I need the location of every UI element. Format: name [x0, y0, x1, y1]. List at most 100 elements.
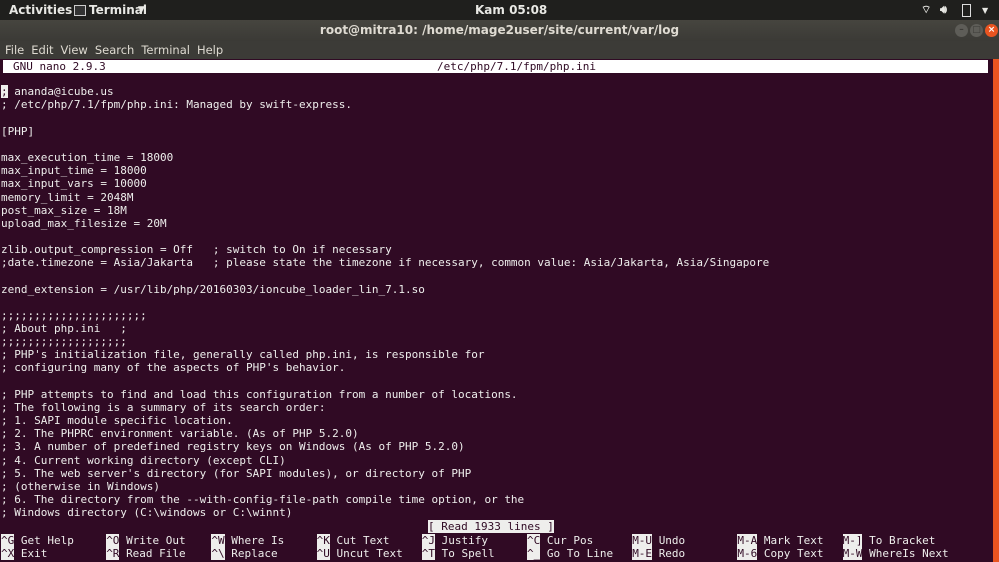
shortcut-key: M-A: [737, 533, 758, 547]
shortcut-uncut-text[interactable]: ^U Uncut Text: [316, 546, 403, 560]
menu-help[interactable]: Help: [197, 43, 223, 57]
editor-line: ; 3. A number of predefined registry key…: [1, 440, 465, 454]
editor-line: ; 6. The directory from the --with-confi…: [1, 492, 525, 506]
shortcut-cur-pos[interactable]: ^C Cur Pos: [527, 533, 594, 547]
shortcut-cut-text[interactable]: ^K Cut Text: [316, 533, 390, 547]
scrollbar[interactable]: [993, 59, 999, 562]
maximize-button[interactable]: □: [970, 24, 983, 37]
shortcut-key: ^U: [316, 546, 330, 560]
editor-line: ; ananda@icube.us: [1, 85, 114, 99]
terminal-app-icon: [74, 5, 86, 16]
shortcut-label: To Spell: [441, 546, 495, 560]
editor-line: memory_limit = 2048M: [1, 190, 134, 204]
menu-bar: File Edit View Search Terminal Help: [0, 41, 999, 59]
clock[interactable]: Kam 05:08: [475, 3, 547, 17]
editor-line: ;;;;;;;;;;;;;;;;;;;: [1, 335, 127, 349]
editor-line: ; Windows directory (C:\windows or C:\wi…: [1, 506, 293, 520]
shortcut-key: ^C: [527, 533, 541, 547]
shortcut-label: Where Is: [231, 533, 285, 547]
editor-line: ; (otherwise in Windows): [1, 479, 160, 493]
editor-line: ; /etc/php/7.1/fpm/php.ini: Managed by s…: [1, 98, 352, 112]
shortcut-key: ^W: [211, 533, 225, 547]
shortcut-key: ^R: [106, 546, 120, 560]
editor-line: max_input_time = 18000: [1, 164, 147, 178]
top-panel: Activities Terminal ▼ Kam 05:08 ⌔ 🔊︎ ▼: [0, 0, 999, 20]
shortcut-to-spell[interactable]: ^T To Spell: [421, 546, 495, 560]
shortcut-key: ^\: [211, 546, 225, 560]
status-message: [ Read 1933 lines ]: [428, 520, 554, 533]
shortcut-label: Cur Pos: [546, 533, 594, 547]
shortcut-key: ^K: [316, 533, 330, 547]
shortcut-label: Get Help: [20, 533, 74, 547]
shortcut-label: WhereIs Next: [869, 546, 949, 560]
shortcut-mark-text[interactable]: M-A Mark Text: [737, 533, 824, 547]
shortcut-read-file[interactable]: ^R Read File: [106, 546, 186, 560]
chevron-down-icon[interactable]: ▼: [982, 6, 988, 15]
editor-line: [PHP]: [1, 124, 35, 138]
menu-file[interactable]: File: [5, 43, 24, 57]
shortcut-label: Replace: [231, 546, 278, 560]
text-cursor: ;: [1, 85, 8, 99]
shortcut-justify[interactable]: ^J Justify: [421, 533, 488, 547]
shortcut-label: Read File: [126, 546, 186, 560]
shortcut-key: M-6: [737, 546, 758, 560]
shortcut-label: To Bracket: [869, 533, 936, 547]
shortcut-key: ^_: [527, 546, 541, 560]
chevron-down-icon[interactable]: ▼: [138, 5, 145, 15]
shortcut-to-bracket[interactable]: M-] To Bracket: [842, 533, 936, 547]
shortcut-key: ^O: [106, 533, 120, 547]
shortcut-key: ^J: [421, 533, 436, 547]
shortcut-key: M-]: [842, 533, 863, 547]
shortcut-copy-text[interactable]: M-6 Copy Text: [737, 546, 824, 560]
shortcut-go-to-line[interactable]: ^_ Go To Line: [527, 546, 614, 560]
shortcut-label: Exit: [20, 546, 48, 560]
shortcut-label: Cut Text: [336, 533, 390, 547]
editor-line: ;;;;;;;;;;;;;;;;;;;;;;: [1, 308, 147, 322]
editor-line: post_max_size = 18M: [1, 203, 127, 217]
shortcut-whereis-next[interactable]: M-W WhereIs Next: [842, 546, 949, 560]
shortcut-undo[interactable]: M-U Undo: [632, 533, 686, 547]
shortcut-label: Undo: [658, 533, 686, 547]
volume-icon[interactable]: 🔊︎: [940, 3, 947, 17]
editor-line: ; 1. SAPI module specific location.: [1, 414, 233, 428]
wifi-icon[interactable]: ⌔: [921, 3, 931, 17]
editor-line: max_execution_time = 18000: [1, 151, 174, 165]
menu-view[interactable]: View: [61, 43, 88, 57]
line-text: ananda@icube.us: [7, 85, 114, 99]
window-titlebar[interactable]: root@mitra10: /home/mage2user/site/curre…: [0, 20, 999, 41]
nano-version: GNU nano 2.9.3: [13, 60, 106, 73]
menu-edit[interactable]: Edit: [31, 43, 53, 57]
editor-line: zend_extension = /usr/lib/php/20160303/i…: [1, 282, 425, 296]
editor-line: ; 5. The web server's directory (for SAP…: [1, 466, 472, 480]
menu-search[interactable]: Search: [95, 43, 135, 57]
editor-line: ; The following is a summary of its sear…: [1, 400, 326, 414]
shortcut-redo[interactable]: M-E Redo: [632, 546, 686, 560]
editor-line: zlib.output_compression = Off ; switch t…: [1, 243, 392, 257]
shortcut-get-help[interactable]: ^G Get Help: [1, 533, 74, 547]
editor-line: ; PHP's initialization file, generally c…: [1, 348, 485, 362]
shortcut-label: Go To Line: [546, 546, 614, 560]
shortcut-label: Uncut Text: [336, 546, 403, 560]
editor-line: ; 2. The PHPRC environment variable. (As…: [1, 427, 359, 441]
terminal-area[interactable]: GNU nano 2.9.3/etc/php/7.1/fpm/php.ini ;…: [0, 59, 992, 562]
shortcut-replace[interactable]: ^\ Replace: [211, 546, 278, 560]
close-button[interactable]: ×: [985, 24, 998, 37]
editor-line: max_input_vars = 10000: [1, 177, 147, 191]
shortcut-write-out[interactable]: ^O Write Out: [106, 533, 186, 547]
shortcut-key: M-E: [632, 546, 653, 560]
minimize-button[interactable]: –: [955, 24, 968, 37]
shortcut-key: ^X: [1, 546, 15, 560]
nano-title-bar: GNU nano 2.9.3/etc/php/7.1/fpm/php.ini: [3, 60, 988, 73]
shortcut-label: Mark Text: [763, 533, 824, 547]
battery-icon[interactable]: [962, 4, 971, 17]
shortcut-key: ^G: [1, 533, 15, 547]
shortcut-label: Copy Text: [763, 546, 824, 560]
nano-filename: /etc/php/7.1/fpm/php.ini: [437, 60, 596, 73]
menu-terminal[interactable]: Terminal: [141, 43, 190, 57]
shortcut-exit[interactable]: ^X Exit: [1, 546, 48, 560]
editor-line: ;date.timezone = Asia/Jakarta ; please s…: [1, 256, 770, 270]
shortcut-label: Redo: [658, 546, 686, 560]
editor-line: upload_max_filesize = 20M: [1, 216, 167, 230]
shortcut-where-is[interactable]: ^W Where Is: [211, 533, 285, 547]
activities-button[interactable]: Activities: [9, 3, 72, 17]
